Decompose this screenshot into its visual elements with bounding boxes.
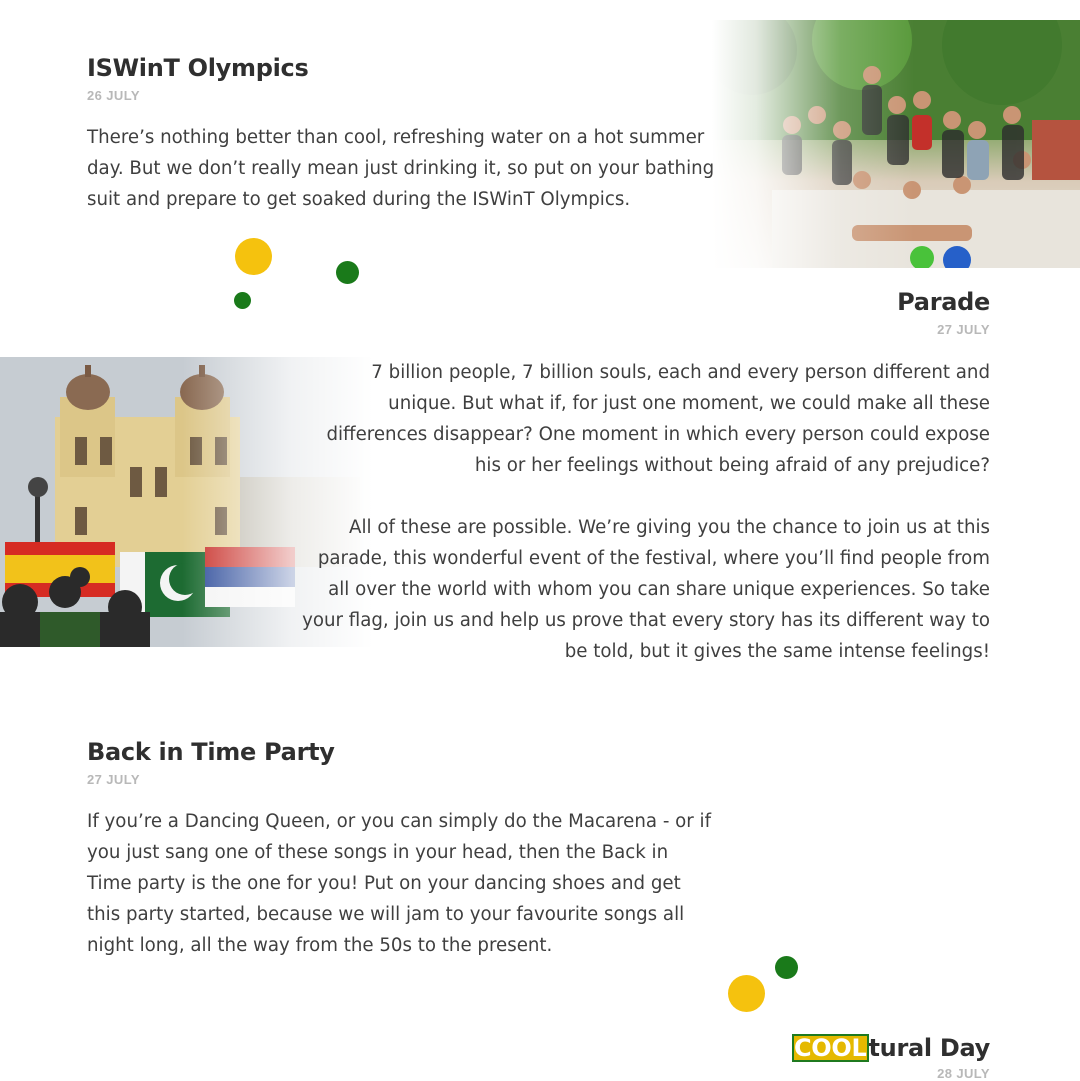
event-date-cooltural-day: 28 JULY	[937, 1066, 990, 1081]
description-line: parade, this wonderful event of the fest…	[317, 548, 990, 569]
description-line: 7 billion people, 7 billion souls, each …	[371, 362, 990, 383]
decorative-yellow-dot	[235, 238, 272, 275]
description-line: differences disappear? One moment in whi…	[326, 424, 990, 445]
description-line: There’s nothing better than cool, refres…	[87, 127, 705, 148]
event-description-parade: 7 billion people, 7 billion souls, each …	[250, 357, 990, 667]
decorative-yellow-dot	[728, 975, 765, 1012]
description-line: his or her feelings without being afraid…	[474, 455, 990, 476]
event-date-olympics: 26 JULY	[87, 88, 140, 103]
event-description-back-in-time: If you’re a Dancing Queen, or you can si…	[87, 806, 767, 961]
event-date-parade: 27 JULY	[937, 322, 990, 337]
event-title-cooltural-day: COOLtural Day	[791, 1034, 991, 1062]
decorative-green-dot	[234, 292, 251, 309]
description-line: If you’re a Dancing Queen, or you can si…	[87, 811, 712, 832]
event-description-olympics: There’s nothing better than cool, refres…	[87, 122, 767, 215]
decorative-green-dot	[336, 261, 359, 284]
title-rest: tural Day	[868, 1034, 991, 1062]
description-line: you just sang one of these songs in your…	[87, 842, 669, 863]
description-line: suit and prepare to get soaked during th…	[87, 189, 631, 210]
description-line: be told, but it gives the same intense f…	[564, 641, 990, 662]
description-line: your flag, join us and help us prove tha…	[302, 610, 990, 631]
event-title-parade: Parade	[897, 288, 990, 316]
description-line: day. But we don’t really mean just drink…	[87, 158, 715, 179]
description-line: All of these are possible. We’re giving …	[349, 517, 990, 538]
decorative-green-dot	[775, 956, 798, 979]
event-date-back-in-time: 27 JULY	[87, 772, 140, 787]
description-line: all over the world with whom you can sha…	[328, 579, 990, 600]
olympics-photo	[712, 20, 1080, 268]
description-line: unique. But what if, for just one moment…	[388, 393, 990, 414]
event-title-back-in-time: Back in Time Party	[87, 738, 335, 766]
description-line: this party started, because we will jam …	[87, 904, 685, 925]
cool-highlight: COOL	[791, 1034, 869, 1062]
description-line: night long, all the way from the 50s to …	[87, 935, 553, 956]
event-title-olympics: ISWinT Olympics	[87, 54, 309, 82]
description-line: Time party is the one for you! Put on yo…	[87, 873, 681, 894]
